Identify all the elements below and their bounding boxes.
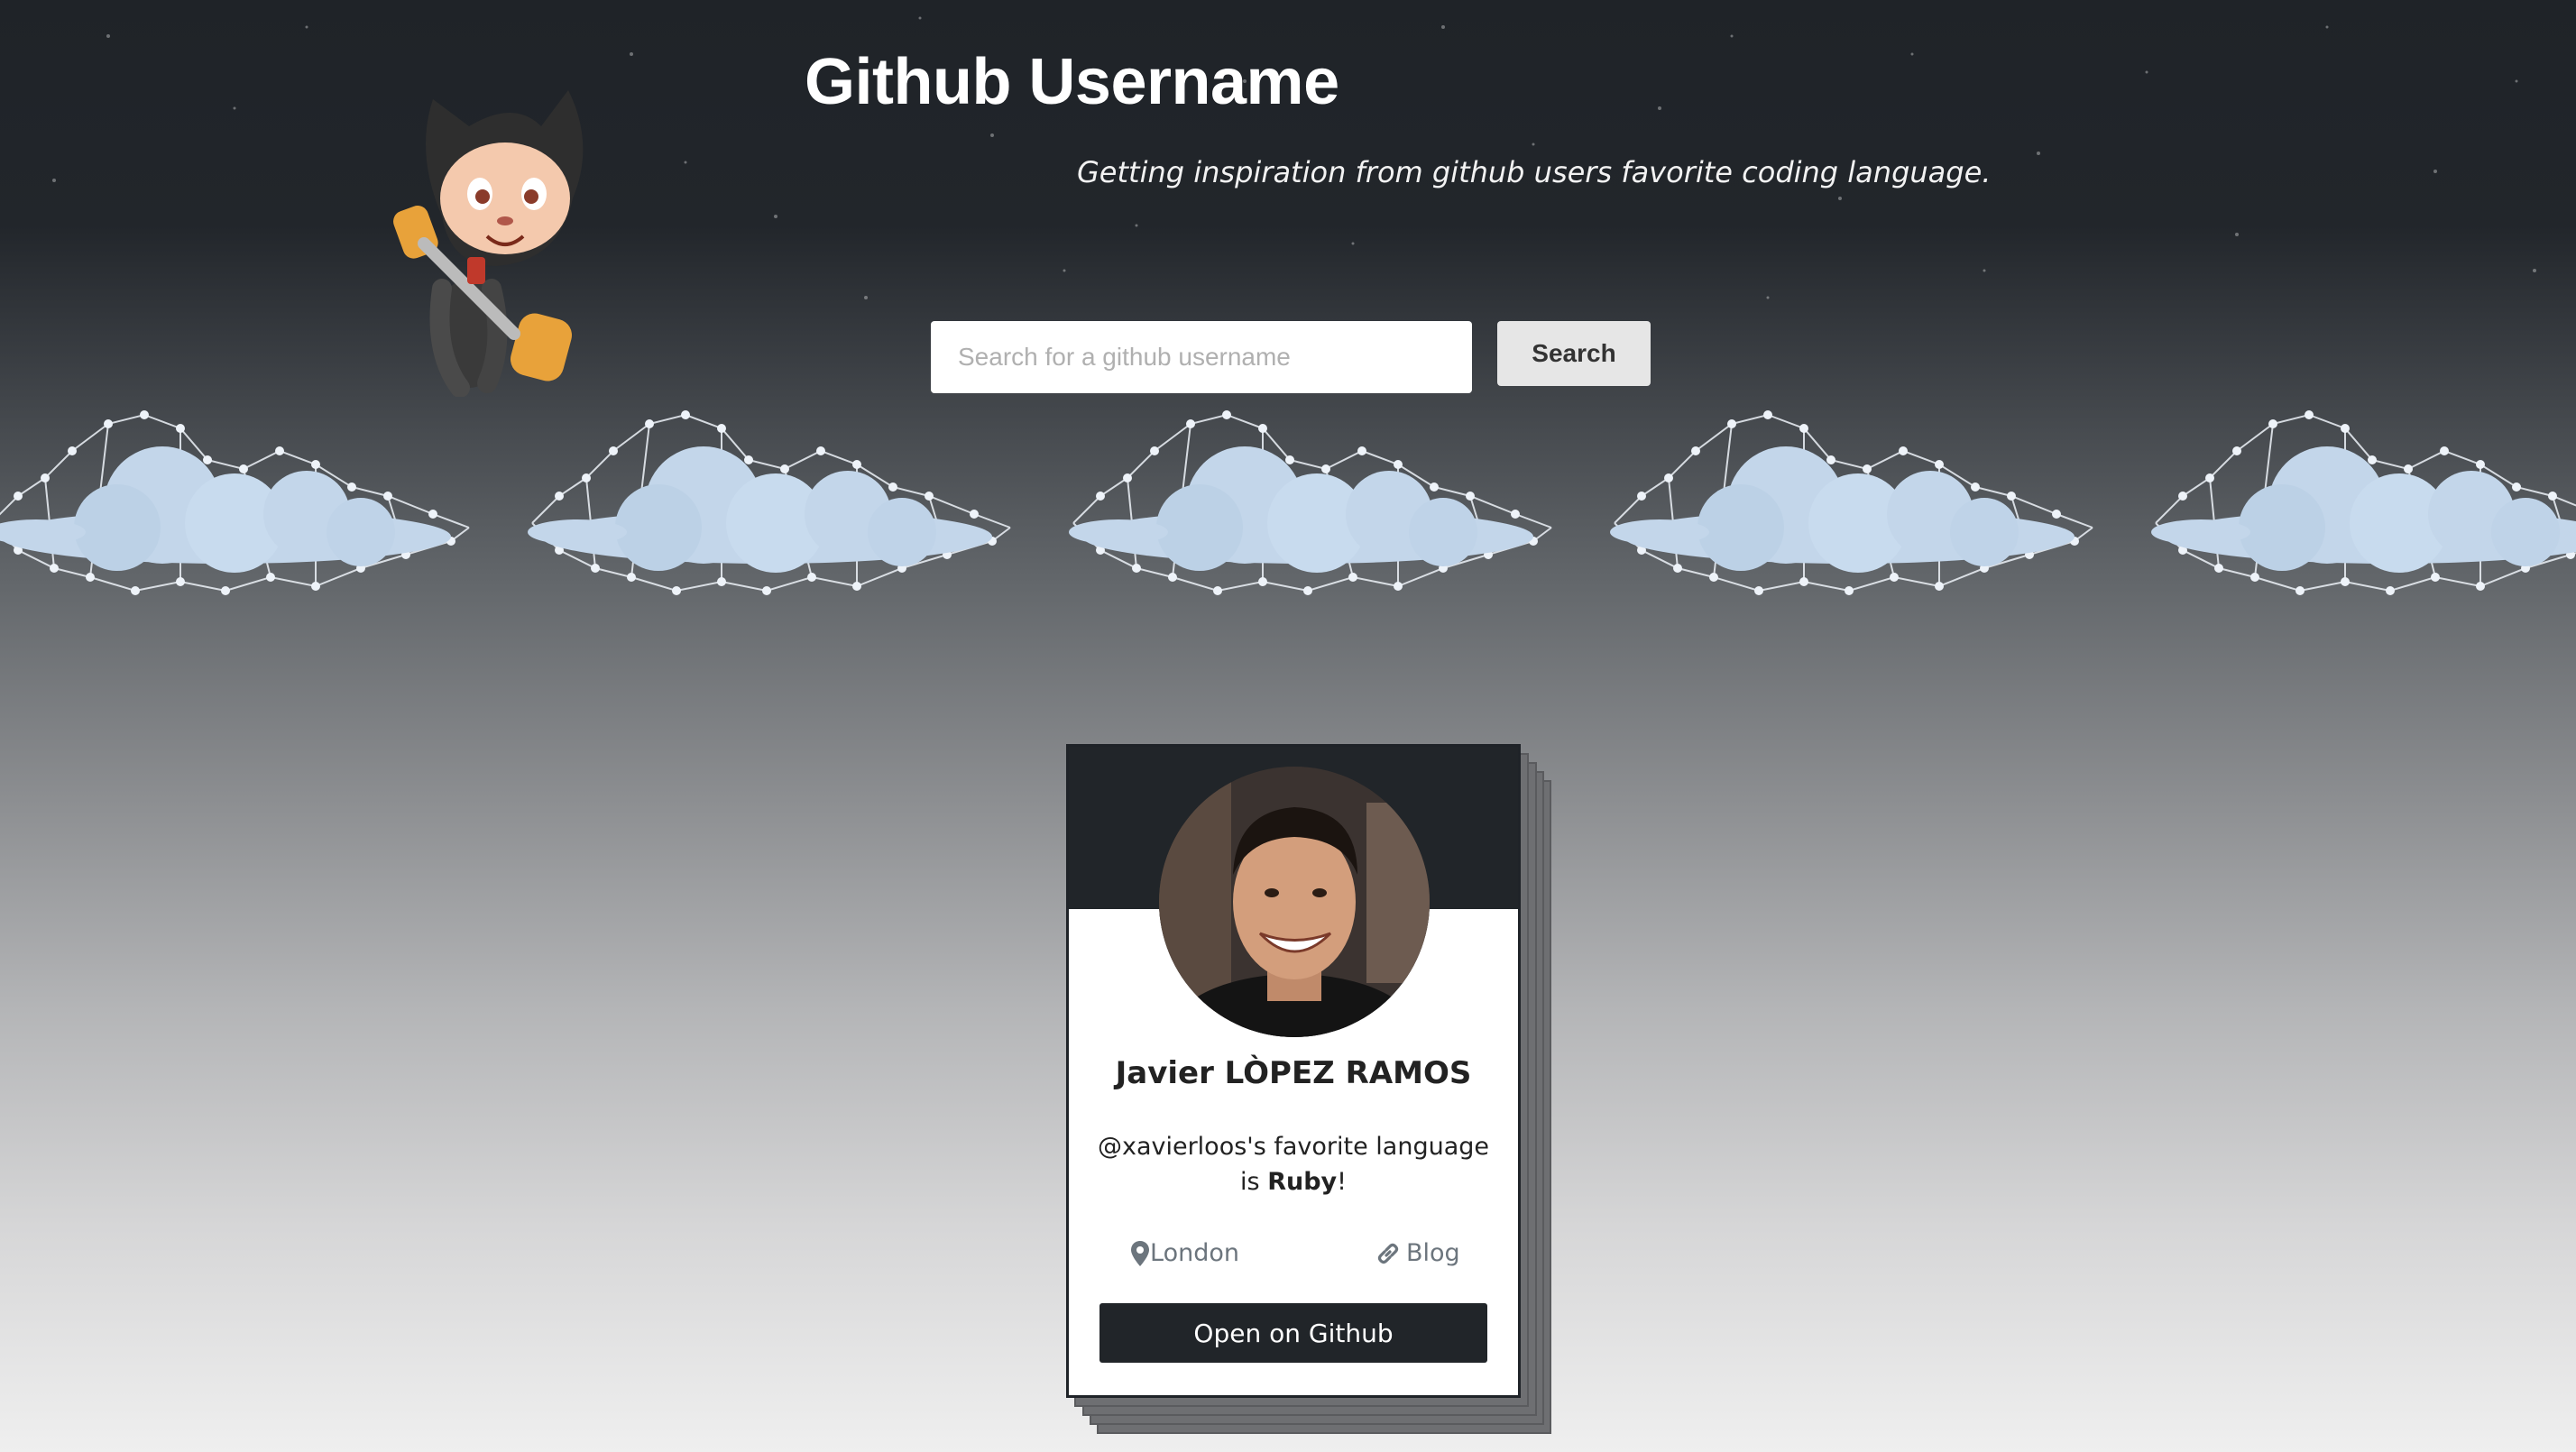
profile-location: London — [1130, 1239, 1239, 1267]
open-on-github-button[interactable]: Open on Github — [1099, 1303, 1487, 1363]
location-label: London — [1150, 1239, 1239, 1267]
link-icon — [1375, 1241, 1401, 1266]
blog-link[interactable]: Blog — [1375, 1239, 1460, 1267]
avatar — [1159, 767, 1430, 1037]
favorite-language-value: Ruby — [1267, 1168, 1338, 1196]
profile-card: Javier LÒPEZ RAMOS @xavierloos's favorit… — [1066, 744, 1521, 1398]
octocat-jetpack-icon — [393, 90, 584, 397]
favorite-language-suffix: ! — [1337, 1168, 1347, 1196]
cloud-band-decoration — [0, 409, 2576, 596]
page-subtitle: Getting inspiration from github users fa… — [1077, 155, 1992, 189]
profile-card-stack: Javier LÒPEZ RAMOS @xavierloos's favorit… — [1066, 744, 1551, 1434]
search-button[interactable]: Search — [1497, 321, 1651, 386]
search-input[interactable] — [931, 321, 1472, 393]
page-title: Github Username — [805, 46, 1339, 118]
map-pin-icon — [1130, 1240, 1150, 1267]
profile-name: Javier LÒPEZ RAMOS — [1115, 1055, 1472, 1091]
profile-handle: @xavierloos — [1097, 1133, 1247, 1161]
blog-label: Blog — [1406, 1239, 1460, 1267]
favorite-language-text: @xavierloos's favorite language is Ruby! — [1096, 1129, 1491, 1199]
